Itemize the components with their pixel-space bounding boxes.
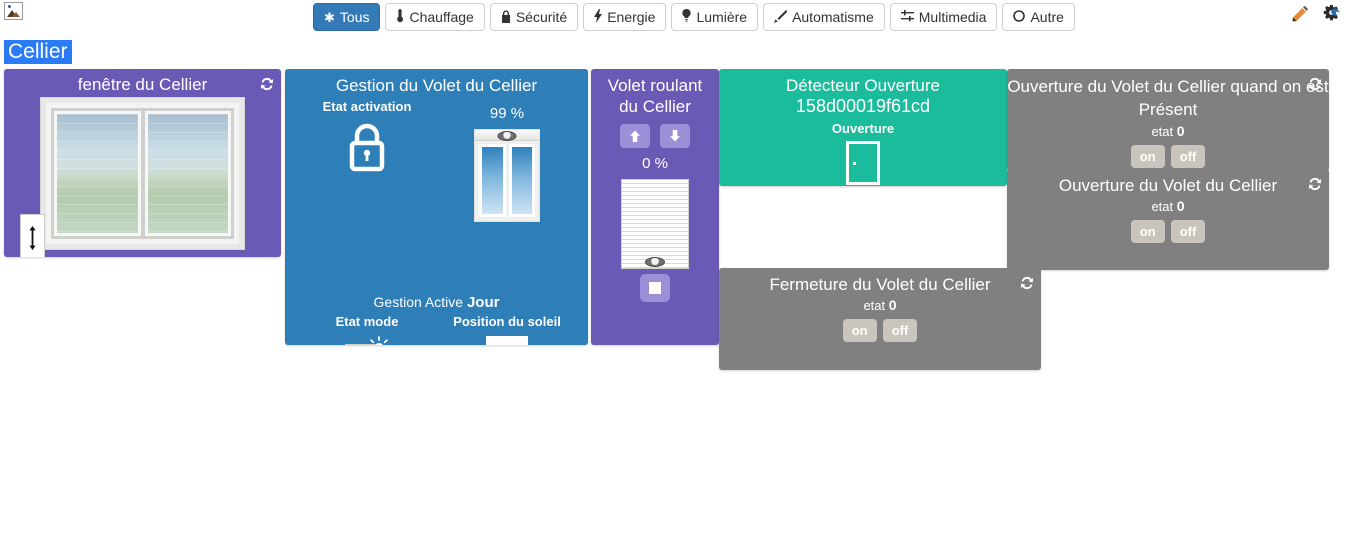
closed-shutter-icon bbox=[621, 179, 689, 269]
lock-icon bbox=[501, 9, 511, 25]
scenario-on-button[interactable]: on bbox=[1130, 145, 1165, 168]
thermometer-icon bbox=[396, 9, 404, 25]
card-volet-roulant-du-cellier[interactable]: Volet roulant du Cellier 0 % bbox=[591, 69, 719, 345]
category-label: Automatisme bbox=[792, 9, 874, 25]
card-gestion-du-volet-du-cellier[interactable]: Gestion du Volet du Cellier Etat activat… bbox=[285, 69, 588, 345]
card-scenario-fermeture-volet[interactable]: Fermeture du Volet du Cellier etat 0 on … bbox=[719, 268, 1041, 370]
vertical-resize-icon[interactable] bbox=[20, 214, 45, 257]
window-landscape-image bbox=[40, 97, 245, 250]
open-window-icon bbox=[437, 129, 577, 222]
volet-up-button[interactable] bbox=[620, 124, 650, 148]
scenario-state-label: etat bbox=[1151, 199, 1174, 214]
scenario-state: etat 0 bbox=[1007, 198, 1329, 214]
card-title: fenêtre du Cellier bbox=[77, 75, 208, 94]
sliders-icon bbox=[900, 10, 914, 24]
scenario-state: etat 0 bbox=[719, 297, 1041, 313]
card-fenetre-du-cellier[interactable]: fenêtre du Cellier bbox=[4, 69, 281, 257]
scenario-state-label: etat bbox=[863, 298, 886, 313]
category-filter-nav: ✱ Tous Chauffage Sécurité Energie Lumièr… bbox=[313, 3, 1075, 31]
scenario-on-button[interactable]: on bbox=[842, 319, 877, 342]
scenario-buttons: on off bbox=[1007, 145, 1329, 168]
category-label: Multimedia bbox=[918, 9, 987, 25]
card-title-line1: Volet roulant bbox=[607, 76, 703, 95]
category-label: Energie bbox=[607, 9, 656, 25]
category-label: Autre bbox=[1030, 9, 1064, 25]
scenario-state-label: etat bbox=[1151, 124, 1174, 139]
volet-down-button[interactable] bbox=[660, 124, 690, 148]
category-label: Lumière bbox=[696, 9, 748, 25]
scenario-off-button[interactable]: off bbox=[1170, 220, 1206, 243]
stop-square-icon bbox=[649, 282, 661, 294]
refresh-icon[interactable] bbox=[1308, 77, 1322, 91]
category-button-lumiere[interactable]: Lumière bbox=[671, 3, 759, 31]
top-bar: ✱ Tous Chauffage Sécurité Energie Lumièr… bbox=[0, 0, 1353, 36]
card-title-line2: 158d00019f61cd bbox=[795, 96, 931, 116]
scenario-buttons: on off bbox=[719, 319, 1041, 342]
magic-wand-icon bbox=[774, 9, 788, 25]
arrow-up-icon bbox=[628, 129, 642, 143]
card-title: Ouverture du Volet du Cellier bbox=[1058, 176, 1278, 195]
refresh-icon[interactable] bbox=[1020, 276, 1034, 290]
arrow-down-icon bbox=[668, 129, 682, 143]
category-button-securite[interactable]: Sécurité bbox=[489, 3, 579, 31]
category-button-energie[interactable]: Energie bbox=[583, 3, 667, 31]
scenario-state-value: 0 bbox=[1176, 123, 1185, 139]
open-blind-icon bbox=[437, 336, 577, 345]
volet-percent: 0 % bbox=[642, 155, 668, 172]
etat-mode-label: Etat mode bbox=[335, 314, 399, 329]
window-pane-left bbox=[54, 111, 141, 236]
card-scenario-ouverture-volet-present[interactable]: Ouverture du Volet du Cellier quand on e… bbox=[1007, 69, 1329, 171]
shutter-sun-icon bbox=[297, 336, 437, 345]
category-button-multimedia[interactable]: Multimedia bbox=[889, 3, 998, 31]
volet-stop-button[interactable] bbox=[640, 274, 670, 302]
card-title-line1: Détecteur Ouverture bbox=[785, 76, 940, 95]
bolt-icon bbox=[594, 9, 603, 25]
gestion-active-label: Gestion Active bbox=[373, 294, 464, 310]
category-button-automatisme[interactable]: Automatisme bbox=[763, 3, 885, 31]
scenario-state: etat 0 bbox=[1007, 123, 1329, 139]
card-title: Gestion du Volet du Cellier bbox=[335, 76, 538, 95]
gestion-percent: 99 % bbox=[489, 105, 525, 122]
refresh-icon[interactable] bbox=[260, 77, 274, 91]
scenario-buttons: on off bbox=[1007, 220, 1329, 243]
lightbulb-icon bbox=[682, 8, 692, 25]
volet-command-row bbox=[591, 124, 719, 148]
category-button-autre[interactable]: Autre bbox=[1002, 3, 1075, 31]
card-title: Ouverture du Volet du Cellier quand on e… bbox=[1007, 77, 1329, 119]
card-title-line2: du Cellier bbox=[619, 97, 691, 116]
gears-icon[interactable] bbox=[1323, 4, 1343, 22]
open-door-icon bbox=[846, 141, 880, 185]
refresh-icon[interactable] bbox=[1308, 177, 1322, 191]
page-title: Cellier bbox=[4, 40, 72, 64]
card-scenario-ouverture-volet[interactable]: Ouverture du Volet du Cellier etat 0 on … bbox=[1007, 169, 1329, 270]
category-label: Tous bbox=[339, 9, 370, 25]
scenario-on-button[interactable]: on bbox=[1130, 220, 1165, 243]
gestion-active-value: Jour bbox=[466, 294, 500, 311]
scenario-state-value: 0 bbox=[1176, 198, 1185, 214]
card-detecteur-ouverture[interactable]: Détecteur Ouverture 158d00019f61cd Ouver… bbox=[719, 69, 1007, 186]
scenario-off-button[interactable]: off bbox=[882, 319, 918, 342]
position-du-soleil-label: Position du soleil bbox=[453, 314, 561, 329]
padlock-closed-icon bbox=[297, 123, 437, 173]
window-pane-right bbox=[144, 111, 231, 236]
category-button-chauffage[interactable]: Chauffage bbox=[385, 3, 485, 31]
circle-icon bbox=[1013, 10, 1026, 24]
asterisk-icon: ✱ bbox=[324, 9, 335, 25]
category-button-tous[interactable]: ✱ Tous bbox=[313, 3, 381, 31]
broken-image-icon bbox=[4, 2, 23, 20]
card-title: Fermeture du Volet du Cellier bbox=[769, 275, 991, 294]
pencil-icon[interactable] bbox=[1292, 5, 1309, 22]
scenario-state-value: 0 bbox=[888, 297, 897, 313]
top-right-icons bbox=[1292, 4, 1343, 22]
category-label: Sécurité bbox=[515, 9, 568, 25]
detecteur-state-label: Ouverture bbox=[831, 121, 895, 136]
category-label: Chauffage bbox=[409, 9, 474, 25]
etat-activation-label: Etat activation bbox=[322, 99, 412, 114]
gestion-active-row: Gestion Active Jour bbox=[285, 294, 588, 311]
scenario-off-button[interactable]: off bbox=[1170, 145, 1206, 168]
